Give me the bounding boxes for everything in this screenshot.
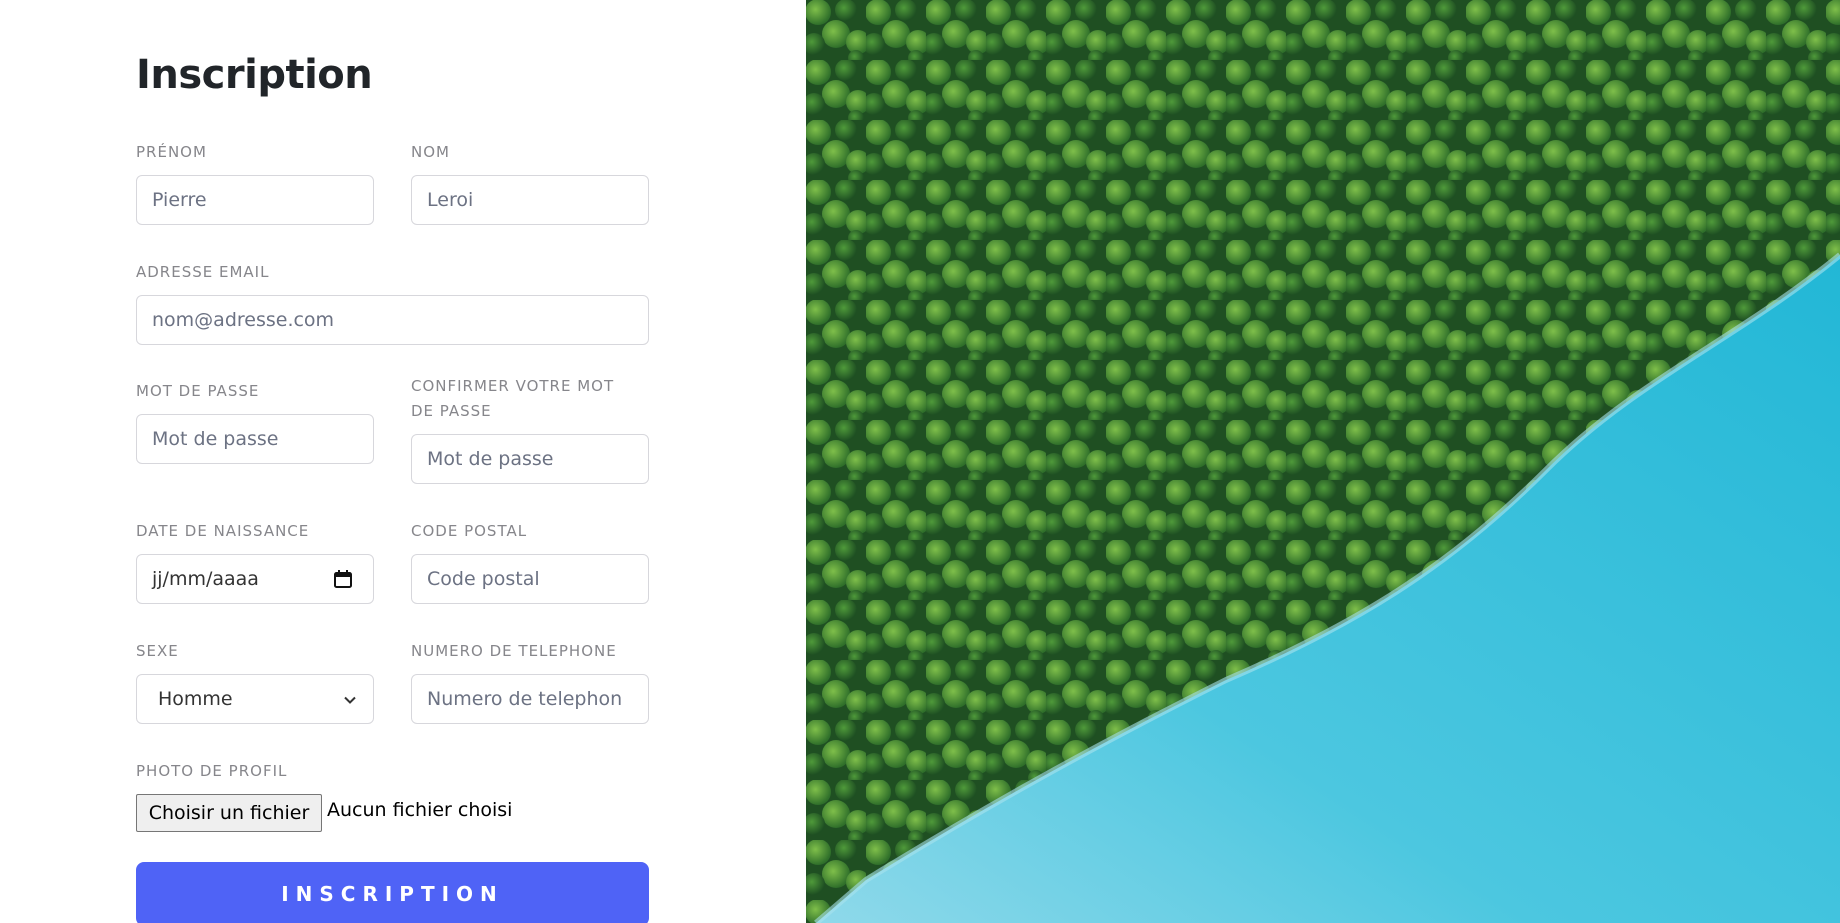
file-status-text: Aucun fichier choisi [327, 799, 513, 821]
choose-file-button[interactable]: Choisir un fichier [136, 794, 322, 832]
gender-select[interactable]: Homme [136, 674, 374, 724]
page-title: Inscription [136, 52, 373, 98]
password-input[interactable]: Mot de passe [136, 414, 374, 464]
last-name-label: NOM [411, 143, 450, 161]
gender-label: SEXE [136, 642, 179, 660]
birth-date-input[interactable]: jj/mm/aaaa [136, 554, 374, 604]
calendar-icon[interactable] [333, 569, 353, 589]
postal-code-label: CODE POSTAL [411, 522, 528, 540]
confirm-password-label-line1: CONFIRMER VOTRE MOT [411, 377, 615, 395]
confirm-password-input[interactable]: Mot de passe [411, 434, 649, 484]
postal-code-input[interactable]: Code postal [411, 554, 649, 604]
birth-date-value: jj/mm/aaaa [152, 568, 259, 590]
gender-selected-value: Homme [158, 688, 233, 710]
email-input[interactable]: nom@adresse.com [136, 295, 649, 345]
confirm-password-label-line2: DE PASSE [411, 402, 492, 420]
phone-label: NUMERO DE TELEPHONE [411, 642, 617, 660]
phone-input[interactable]: Numero de telephon [411, 674, 649, 724]
photo-label: PHOTO DE PROFIL [136, 762, 288, 780]
forest-lake-image [806, 0, 1840, 923]
first-name-input[interactable]: Pierre [136, 175, 374, 225]
email-label: ADRESSE EMAIL [136, 263, 270, 281]
signup-form-panel: Inscription PRÉNOM Pierre NOM Leroi ADRE… [0, 0, 806, 923]
password-label: MOT DE PASSE [136, 382, 260, 400]
first-name-label: PRÉNOM [136, 143, 207, 161]
birth-date-label: DATE DE NAISSANCE [136, 522, 310, 540]
chevron-down-icon [344, 696, 356, 704]
last-name-input[interactable]: Leroi [411, 175, 649, 225]
submit-button[interactable]: INSCRIPTION [136, 862, 649, 923]
